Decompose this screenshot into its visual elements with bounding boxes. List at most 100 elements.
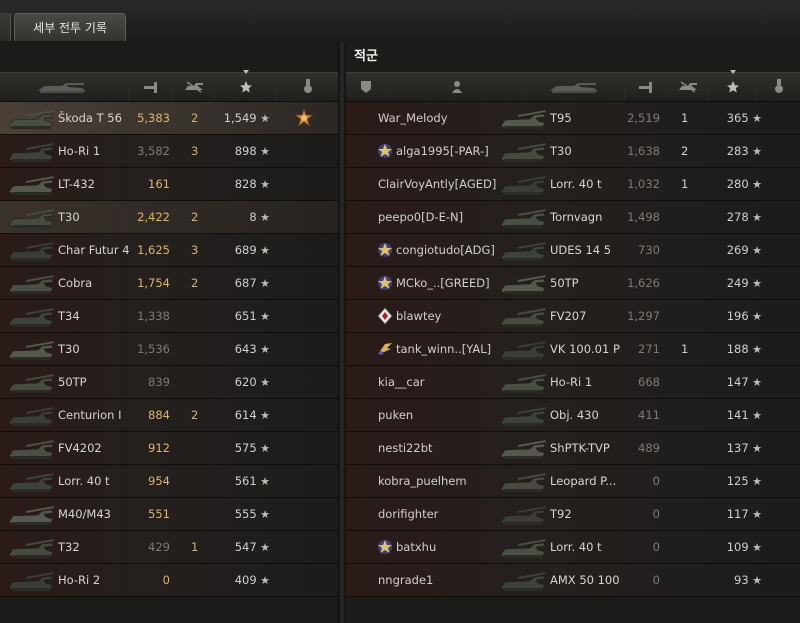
score-value: 117: [726, 507, 749, 521]
enemy-team-panel: 적군 War_Melody T95 2,519 1 365 ★ alga1995[-PAR…: [346, 42, 800, 623]
star-icon: ★: [256, 508, 270, 521]
star-icon: ★: [748, 277, 762, 290]
player-name[interactable]: puken: [378, 399, 413, 431]
table-row[interactable]: blawtey FV207 1,297 196 ★: [346, 300, 800, 333]
star-icon: ★: [748, 574, 762, 587]
damage-value: 1,638: [627, 144, 660, 158]
table-row[interactable]: T34 1,338 651 ★: [0, 300, 338, 333]
table-row[interactable]: Ho-Ri 2 0 409 ★: [0, 564, 338, 597]
table-row[interactable]: congiotudo[ADG] UDES 14 5 730 269 ★: [346, 234, 800, 267]
player-column-icon[interactable]: [386, 73, 526, 101]
star-icon: ★: [748, 376, 762, 389]
tank-column-icon[interactable]: [0, 73, 128, 101]
star-icon: ★: [748, 508, 762, 521]
table-row[interactable]: Lorr. 40 t 954 561 ★: [0, 465, 338, 498]
table-row[interactable]: kia__car Ho-Ri 1 668 147 ★: [346, 366, 800, 399]
damage-value: 912: [148, 441, 170, 455]
tank-image: [6, 370, 56, 395]
table-row[interactable]: tank_winn..[YAL] VK 100.01 P 271 1 188 ★: [346, 333, 800, 366]
score-cell: 137 ★: [708, 432, 762, 464]
enemy-rows: War_Melody T95 2,519 1 365 ★ alga1995[-PAR-] T…: [346, 102, 800, 597]
score-cell: 547 ★: [214, 531, 270, 563]
score-value: 141: [726, 408, 749, 422]
player-name[interactable]: congiotudo[ADG]: [396, 234, 495, 266]
player-name[interactable]: kia__car: [378, 366, 425, 398]
player-name[interactable]: batxhu: [396, 531, 436, 563]
kills-column-icon[interactable]: [666, 73, 708, 101]
table-row[interactable]: T30 1,536 643 ★: [0, 333, 338, 366]
player-name[interactable]: nngrade1: [378, 564, 433, 596]
table-row[interactable]: nesti22bt ShPTK-TVP 489 137 ★: [346, 432, 800, 465]
clan-badge-icon: [376, 241, 394, 259]
star-icon: ★: [748, 211, 762, 224]
player-name[interactable]: peepo0[D-E-N]: [378, 201, 463, 233]
star-icon: ★: [256, 574, 270, 587]
kills-value: 2: [191, 111, 199, 125]
kills-value: 2: [681, 144, 689, 158]
table-row[interactable]: dorifighter T92 0 117 ★: [346, 498, 800, 531]
score-cell: 620 ★: [214, 366, 270, 398]
score-value: 278: [726, 210, 749, 224]
tank-image: [498, 271, 548, 296]
table-row[interactable]: Ho-Ri 1 3,582 3 898 ★: [0, 135, 338, 168]
table-row[interactable]: Centurion I 884 2 614 ★: [0, 399, 338, 432]
score-column-star-icon[interactable]: [708, 70, 756, 101]
player-name[interactable]: MCko_..[GREED]: [396, 267, 490, 299]
medal-column-icon[interactable]: [276, 73, 338, 101]
star-icon: ★: [256, 277, 270, 290]
score-cell: 117 ★: [708, 498, 762, 530]
table-row[interactable]: LT-432 161 828 ★: [0, 168, 338, 201]
table-row[interactable]: Škoda T 56 5,383 2 1,549 ★: [0, 102, 338, 135]
table-row[interactable]: Cobra 1,754 2 687 ★: [0, 267, 338, 300]
table-row[interactable]: 50TP 839 620 ★: [0, 366, 338, 399]
tab-detailed-battle-log[interactable]: 세부 전투 기록: [14, 13, 126, 41]
player-name[interactable]: blawtey: [396, 300, 441, 332]
table-row[interactable]: T30 2,422 2 8 ★: [0, 201, 338, 234]
score-cell: 561 ★: [214, 465, 270, 497]
damage-column-icon[interactable]: [128, 73, 172, 101]
clan-column-icon[interactable]: [346, 73, 386, 101]
table-row[interactable]: Char Futur 4 1,625 3 689 ★: [0, 234, 338, 267]
damage-column-icon[interactable]: [624, 73, 666, 101]
damage-value: 0: [162, 573, 170, 587]
table-row[interactable]: kobra_puelhem Leopard P... 0 125 ★: [346, 465, 800, 498]
table-row[interactable]: ClairVoyAntly[AGED] Lorr. 40 t 1,032 1 280 ★: [346, 168, 800, 201]
star-icon: ★: [748, 343, 762, 356]
tank-column-icon[interactable]: [526, 73, 624, 101]
player-name[interactable]: tank_winn..[YAL]: [396, 333, 491, 365]
tank-image: [6, 304, 56, 329]
table-row[interactable]: War_Melody T95 2,519 1 365 ★: [346, 102, 800, 135]
damage-value: 730: [638, 243, 660, 257]
table-row[interactable]: FV4202 912 575 ★: [0, 432, 338, 465]
player-name[interactable]: ClairVoyAntly[AGED]: [378, 168, 496, 200]
medal-column-icon[interactable]: [756, 73, 800, 101]
tank-name: FV207: [550, 309, 587, 323]
tab-stub[interactable]: [0, 13, 11, 41]
player-name[interactable]: kobra_puelhem: [378, 465, 467, 497]
tank-name: Lorr. 40 t: [550, 540, 602, 554]
star-icon: ★: [748, 145, 762, 158]
score-column-star-icon[interactable]: [214, 70, 276, 101]
player-name[interactable]: alga1995[-PAR-]: [396, 135, 489, 167]
table-row[interactable]: peepo0[D-E-N] Tornvagn 1,498 278 ★: [346, 201, 800, 234]
table-row[interactable]: T32 429 1 547 ★: [0, 531, 338, 564]
player-name[interactable]: War_Melody: [378, 102, 448, 134]
tank-image: [6, 106, 56, 131]
tank-image: [498, 568, 548, 593]
table-row[interactable]: batxhu Lorr. 40 t 0 109 ★: [346, 531, 800, 564]
kills-value: 3: [191, 144, 199, 158]
player-name[interactable]: dorifighter: [378, 498, 438, 530]
kills-column-icon[interactable]: [172, 73, 214, 101]
tank-image: [6, 172, 56, 197]
score-value: 93: [734, 573, 749, 587]
table-row[interactable]: MCko_..[GREED] 50TP 1,626 249 ★: [346, 267, 800, 300]
score-cell: 828 ★: [214, 168, 270, 200]
table-row[interactable]: alga1995[-PAR-] T30 1,638 2 283 ★: [346, 135, 800, 168]
score-cell: 109 ★: [708, 531, 762, 563]
table-row[interactable]: M40/M43 551 555 ★: [0, 498, 338, 531]
table-row[interactable]: nngrade1 AMX 50 100 0 93 ★: [346, 564, 800, 597]
medal-icon[interactable]: [293, 107, 315, 128]
score-value: 409: [234, 573, 257, 587]
table-row[interactable]: puken Obj. 430 411 141 ★: [346, 399, 800, 432]
player-name[interactable]: nesti22bt: [378, 432, 433, 464]
